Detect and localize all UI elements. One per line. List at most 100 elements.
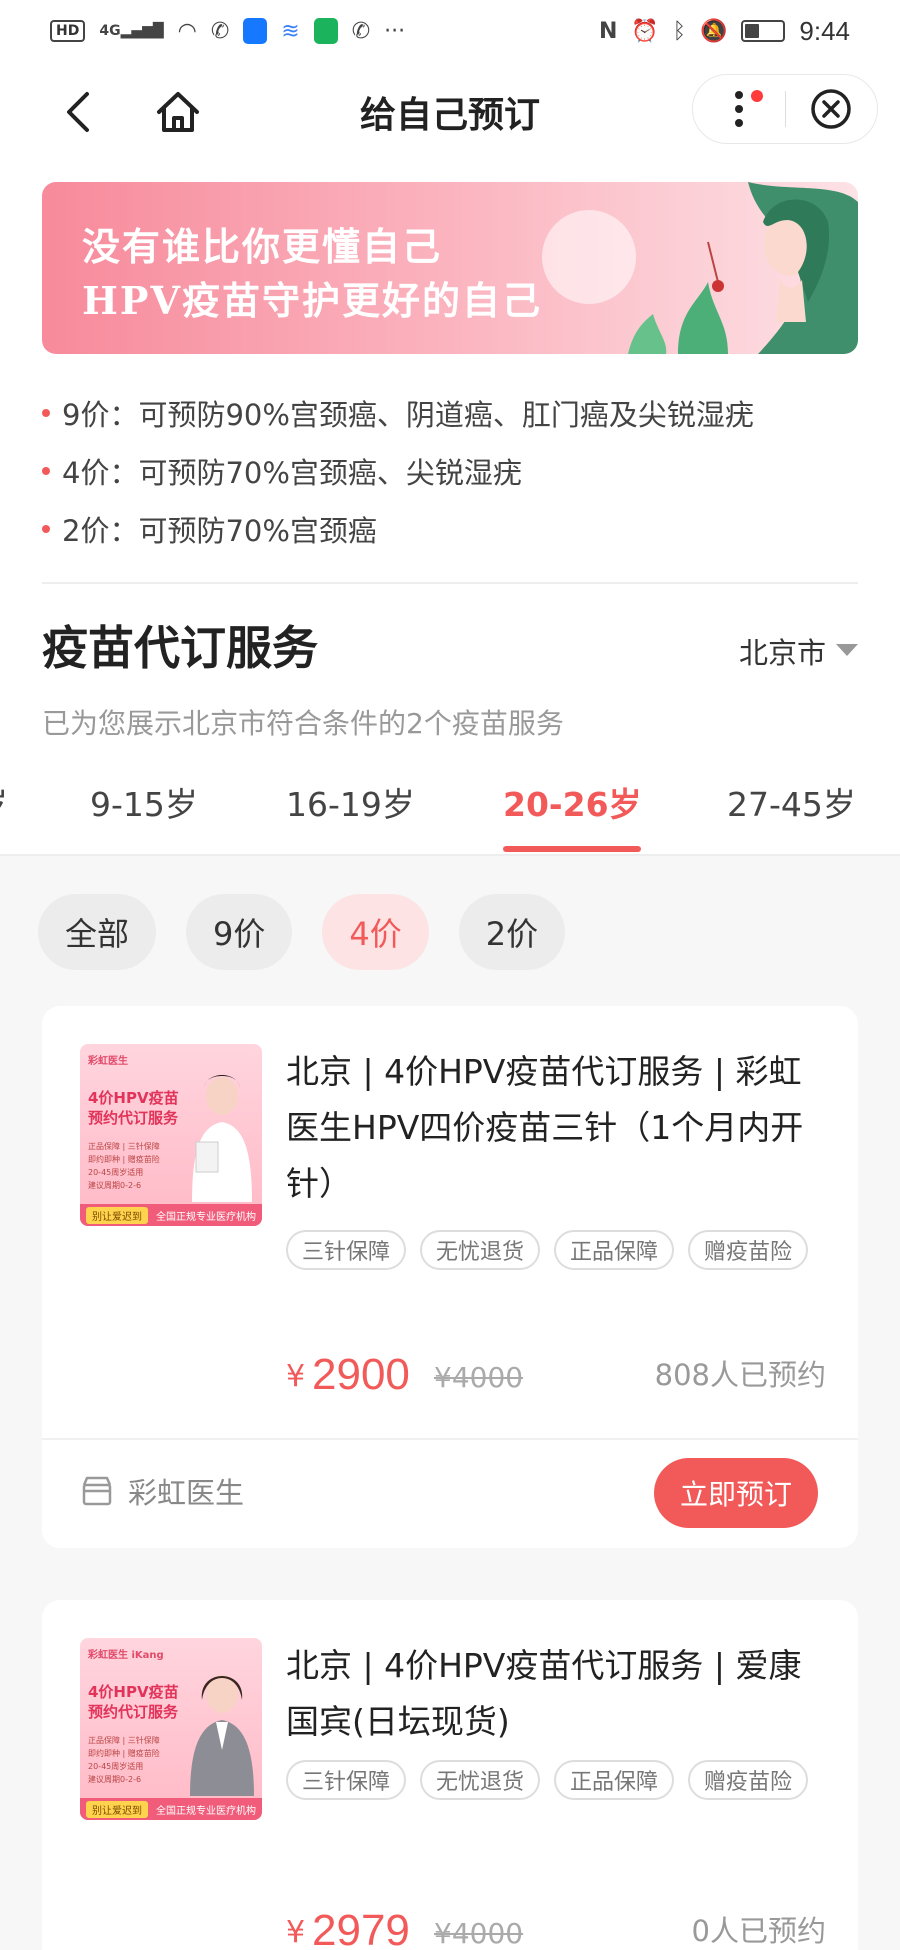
product-title[interactable]: 北京 | 4价HPV疫苗代订服务 | 彩虹医生HPV四价疫苗三针（1个月内开针） (286, 1044, 826, 1212)
thumb-features: 正品保障 | 三针保障 即约即种 | 赠疫苗险 20-45周岁适用 建议周期0-… (88, 1140, 184, 1192)
filter-2-valent[interactable]: 2价 (458, 894, 566, 970)
booked-count: 0人已预约 (691, 1914, 826, 1948)
filter-4-valent[interactable]: 4价 (322, 894, 429, 970)
thumb-feature: 即约即种 | 赠疫苗险 (88, 1155, 160, 1164)
close-circle-icon (811, 89, 851, 129)
mute-icon: 🔕 (699, 18, 728, 44)
woman-illustration (628, 182, 858, 354)
thumb-feature: 20-45周岁适用 (88, 1168, 144, 1177)
promo-banner[interactable]: 没有谁比你更懂自己 HPV疫苗守护更好的自己 (42, 182, 858, 354)
product-tags: 三针保障 无忧退货 正品保障 赠疫苗险 (286, 1230, 826, 1270)
banner-headline: 没有谁比你更懂自己 (82, 224, 443, 269)
vaccine-info-list: 9价：可预防90%宫颈癌、阴道癌、肛门癌及尖锐湿疣 4价：可预防70%宫颈癌、尖… (42, 384, 862, 558)
thumb-footer-left: 别让爱迟到 (86, 1206, 148, 1224)
thumb-feature: 正品保障 | 三针保障 (88, 1736, 160, 1745)
nfc-icon: N (598, 18, 618, 44)
filter-all[interactable]: 全部 (38, 894, 157, 970)
current-price: 2979 (312, 1906, 410, 1950)
thumb-features: 正品保障 | 三针保障 即约即种 | 赠疫苗险 20-45周岁适用 建议周期0-… (88, 1734, 184, 1786)
section-title: 疫苗代订服务 (42, 621, 318, 675)
bullet-text: 4价：可预防70%宫颈癌、尖锐湿疣 (62, 456, 522, 490)
list-item: 2价：可预防70%宫颈癌 (42, 500, 862, 558)
more-button[interactable] (693, 74, 785, 144)
list-item: 4价：可预防70%宫颈癌、尖锐湿疣 (42, 442, 862, 500)
bullet-text: 9价：可预防90%宫颈癌、阴道癌、肛门癌及尖锐湿疣 (62, 398, 754, 432)
signal-icon: 4G▂▄▆█ (99, 23, 164, 39)
more-notifications-icon: ··· (384, 18, 406, 44)
nurse-illustration (192, 1075, 252, 1202)
banner-subheadline: HPV疫苗守护更好的自己 (82, 278, 542, 323)
app-notification-icon (313, 18, 338, 44)
filter-9-valent[interactable]: 9价 (186, 894, 293, 970)
thumb-footer-left: 别让爱迟到 (86, 1800, 148, 1818)
city-selector[interactable]: 北京市 (739, 630, 858, 672)
message-icon: ≋ (281, 18, 300, 44)
city-label: 北京市 (738, 636, 826, 670)
close-button[interactable] (786, 74, 878, 144)
product-thumbnail: 彩虹医生 4价HPV疫苗预约代订服务 正品保障 | 三针保障 即约即种 | 赠疫… (80, 1044, 262, 1226)
tab-age-partial[interactable]: 岁 (0, 778, 8, 826)
product-card[interactable]: 彩虹医生 4价HPV疫苗预约代订服务 正品保障 | 三针保障 即约即种 | 赠疫… (42, 1006, 858, 1548)
currency-symbol: ¥ (286, 1915, 306, 1950)
product-tag: 赠疫苗险 (688, 1760, 809, 1800)
product-tag: 无忧退货 (420, 1230, 541, 1270)
store-icon (82, 1476, 112, 1506)
original-price: ¥4000 (434, 1361, 524, 1394)
tab-age-16-19[interactable]: 16-19岁 (286, 778, 415, 826)
price-row: ¥ 2979 ¥4000 0人已预约 (286, 1896, 826, 1950)
thumb-footer-right: 全国正规专业医疗机构 (156, 1211, 256, 1223)
result-summary: 已为您展示北京市符合条件的2个疫苗服务 (42, 707, 564, 740)
shield-app-icon (243, 18, 268, 44)
thumb-feature: 即约即种 | 赠疫苗险 (88, 1749, 160, 1758)
product-tag: 三针保障 (286, 1230, 407, 1270)
active-tab-indicator (503, 846, 641, 852)
product-title[interactable]: 北京 | 4价HPV疫苗代订服务 | 爱康国宾(日坛现货) (286, 1638, 826, 1750)
current-price: 2900 (312, 1350, 410, 1399)
product-tag: 无忧退货 (420, 1760, 541, 1800)
missed-call-icon: ✆ (210, 18, 230, 44)
card-divider (42, 1438, 858, 1440)
thumb-feature: 建议周期0-2-6 (88, 1181, 142, 1190)
thumb-title: 4价HPV疫苗预约代订服务 (88, 1683, 179, 1721)
bullet-text: 2价：可预防70%宫颈癌 (62, 514, 377, 548)
thumb-footer: 别让爱迟到 全国正规专业医疗机构 (80, 1798, 262, 1820)
notification-dot (751, 90, 763, 102)
currency-symbol: ¥ (286, 1359, 306, 1394)
doctor-illustration (190, 1675, 254, 1796)
shop-link[interactable]: 彩虹医生 (80, 1470, 244, 1512)
thumb-footer: 别让爱迟到 全国正规专业医疗机构 (80, 1204, 262, 1226)
thumb-brand: 彩虹医生 (88, 1056, 128, 1067)
thumb-title: 4价HPV疫苗预约代订服务 (88, 1089, 179, 1127)
price-row: ¥ 2900 ¥4000 808人已预约 (286, 1340, 826, 1400)
hd-badge: HD (50, 20, 86, 42)
status-bar: HD 4G▂▄▆█ ◠ ✆ ≋ ✆ ··· N ⏰ ᛒ 🔕 9:44 (0, 0, 900, 62)
tab-age-20-26[interactable]: 20-26岁 (503, 778, 642, 826)
nav-bar: 给自己预订 (0, 62, 900, 162)
age-tab-bar: 岁 9-15岁 16-19岁 20-26岁 27-45岁 (0, 762, 900, 854)
tab-age-9-15[interactable]: 9-15岁 (90, 778, 198, 826)
product-thumbnail: 彩虹医生 iKang 4价HPV疫苗预约代订服务 正品保障 | 三针保障 即约即… (80, 1638, 262, 1820)
bluetooth-icon: ᛒ (672, 18, 686, 44)
more-vertical-icon (734, 91, 743, 127)
product-card[interactable]: 彩虹医生 iKang 4价HPV疫苗预约代订服务 正品保障 | 三针保障 即约即… (42, 1600, 858, 1950)
book-now-button[interactable]: 立即预订 (654, 1458, 818, 1528)
product-tag: 正品保障 (554, 1760, 675, 1800)
thumb-brand: 彩虹医生 iKang (88, 1650, 164, 1661)
booked-count: 808人已预约 (654, 1358, 826, 1392)
product-tag: 正品保障 (554, 1230, 675, 1270)
thumb-footer-right: 全国正规专业医疗机构 (156, 1805, 256, 1817)
bullet-dot (42, 409, 50, 417)
tab-age-27-45[interactable]: 27-45岁 (727, 778, 856, 826)
bullet-dot (42, 525, 50, 533)
original-price: ¥4000 (434, 1917, 524, 1950)
list-item: 9价：可预防90%宫颈癌、阴道癌、肛门癌及尖锐湿疣 (42, 384, 862, 442)
battery-icon (741, 20, 786, 42)
valence-filter-bar: 全部 9价 4价 2价 (38, 894, 566, 970)
divider (42, 582, 858, 584)
product-tag: 赠疫苗险 (688, 1230, 809, 1270)
phone-icon: ✆ (351, 18, 371, 44)
product-tag: 三针保障 (286, 1760, 407, 1800)
thumb-feature: 20-45周岁适用 (88, 1762, 144, 1771)
miniapp-capsule (692, 74, 878, 144)
shop-name: 彩虹医生 (128, 1476, 245, 1510)
